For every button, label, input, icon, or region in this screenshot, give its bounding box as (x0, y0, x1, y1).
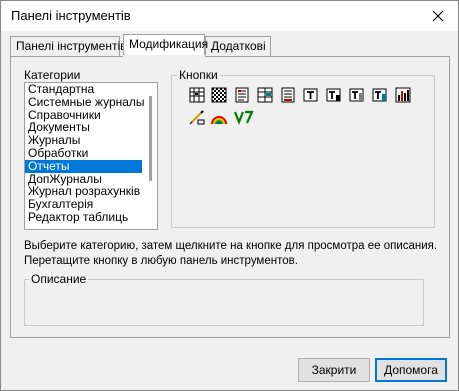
list-item[interactable]: Системные журналы (25, 95, 145, 109)
tab-additional[interactable]: Додаткові (205, 36, 271, 56)
report-table-icon[interactable] (189, 87, 205, 103)
description-group-label: Описание (29, 272, 89, 286)
categories-list[interactable]: Стандартна Системные журналы Справочники… (24, 82, 158, 230)
close-button-label: Закрити (311, 363, 357, 377)
tab-modification[interactable]: Модификация (123, 34, 209, 57)
description-group (24, 279, 424, 326)
hint-text: Выберите категорию, затем щелкните на кн… (24, 240, 438, 267)
pencil-form-icon[interactable] (189, 109, 205, 125)
list-scrollbar-thumb[interactable] (149, 96, 152, 181)
buttons-group-label: Кнопки (177, 68, 220, 82)
list-item-selected[interactable]: Отчеты (25, 159, 142, 173)
categories-label: Категории (24, 68, 81, 82)
v7-logo-icon[interactable] (234, 109, 254, 125)
report-text-edit-icon[interactable] (326, 87, 342, 103)
checkered-grid-icon[interactable] (211, 87, 227, 103)
close-icon (432, 10, 444, 22)
tab-toolbars[interactable]: Панелі інструментів (10, 36, 126, 56)
title-bar: Панелі інструментів (1, 1, 458, 31)
report-document-icon[interactable] (280, 87, 296, 103)
window-title: Панелі інструментів (11, 8, 131, 23)
rainbow-icon[interactable] (211, 109, 227, 125)
report-columns-icon[interactable] (257, 87, 273, 103)
toolbars-dialog: Панелі інструментів Панелі інструментів … (0, 0, 459, 391)
help-button-label: Допомога (384, 363, 438, 377)
tab-label: Панелі інструментів (16, 39, 127, 53)
close-window-button[interactable] (420, 1, 456, 31)
close-button[interactable]: Закрити (298, 358, 370, 382)
report-list-icon[interactable] (234, 87, 250, 103)
report-text-icon[interactable] (303, 87, 319, 103)
help-button[interactable]: Допомога (375, 358, 447, 382)
list-item[interactable]: Стандартна (25, 83, 142, 96)
active-tab-joint (123, 55, 205, 58)
tab-label: Модификация (129, 37, 209, 51)
list-item[interactable]: Редактор таблиць (25, 211, 142, 224)
report-chart-icon[interactable] (395, 87, 411, 103)
report-text-select-icon[interactable] (349, 87, 365, 103)
list-item[interactable]: Обработки (25, 147, 142, 160)
report-accent-icon[interactable] (372, 87, 388, 103)
tab-label: Додаткові (211, 39, 266, 53)
